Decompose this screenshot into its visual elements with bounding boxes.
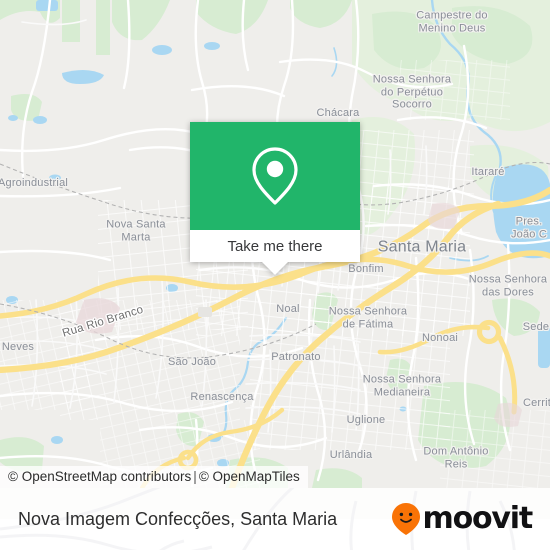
- attribution-maptiles[interactable]: © OpenMapTiles: [199, 469, 300, 484]
- moovit-pin-smiley-icon: [391, 503, 420, 535]
- map-attribution[interactable]: © OpenStreetMap contributors | © OpenMapTi…: [0, 466, 308, 488]
- popup-tail: [262, 262, 288, 275]
- bottom-bar: Nova Imagem Confecções, Santa Maria moov…: [0, 488, 550, 550]
- attribution-osm[interactable]: © OpenStreetMap contributors: [8, 469, 191, 484]
- attribution-separator: |: [193, 469, 197, 484]
- moovit-wordmark: moovit: [422, 501, 534, 536]
- take-me-there-label: Take me there: [227, 237, 323, 255]
- map-pin-icon: [252, 147, 298, 205]
- location-popup[interactable]: Take me there: [190, 122, 360, 275]
- map-canvas[interactable]: .pk{fill:#d7ecd2;} .pk2{fill:#e4f0dd;} .…: [0, 0, 550, 488]
- moovit-map-screenshot: .pk{fill:#d7ecd2;} .pk2{fill:#e4f0dd;} .…: [0, 0, 550, 550]
- popup-header: [190, 122, 360, 230]
- moovit-logo[interactable]: moovit: [391, 501, 534, 536]
- place-title: Nova Imagem Confecções, Santa Maria: [18, 508, 338, 529]
- take-me-there-button[interactable]: Take me there: [190, 230, 360, 262]
